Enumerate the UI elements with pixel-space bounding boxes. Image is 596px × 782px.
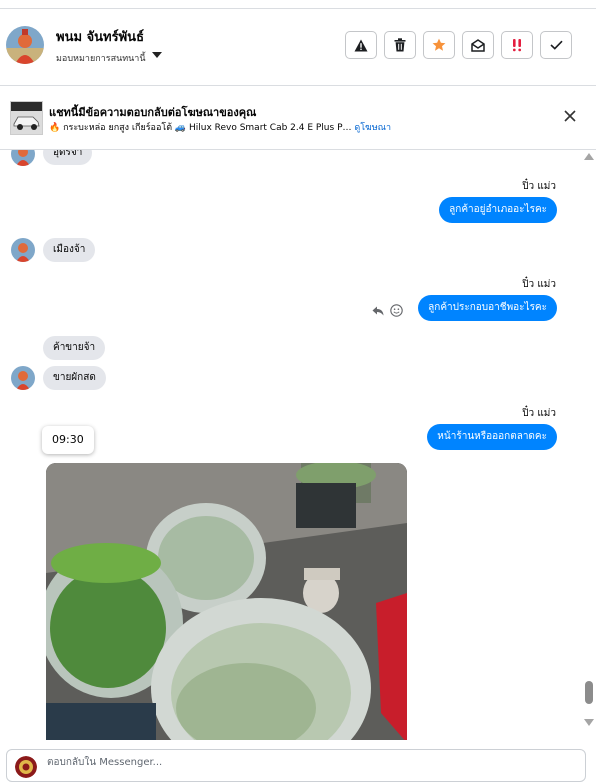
- reply-input[interactable]: [45, 756, 569, 769]
- ad-description: 🔥 กระบะหล่อ ยกสูง เกียร์ออโต้ 🚙 Hilux Re…: [49, 123, 352, 133]
- delete-button[interactable]: [384, 31, 416, 59]
- emoji-react-icon[interactable]: [390, 304, 403, 317]
- check-icon: [549, 40, 563, 50]
- message-thread: อุดรจ้า ปิ๋ว แม่ว ลูกค้าอยู่อำเภออะไรคะ …: [0, 150, 596, 740]
- follow-up-button[interactable]: [501, 31, 533, 59]
- double-exclamation-icon: [513, 39, 521, 52]
- warning-icon: [354, 39, 368, 51]
- incoming-message: อุดรจ้า: [43, 150, 93, 165]
- ad-banner-subtitle: 🔥 กระบะหล่อ ยกสูง เกียร์ออโต้ 🚙 Hilux Re…: [49, 120, 391, 134]
- incoming-message: ขายผักสด: [43, 366, 106, 390]
- ad-thumbnail[interactable]: [10, 101, 43, 135]
- contact-avatar-small: [11, 150, 35, 166]
- sender-label: ปิ๋ว แม่ว: [522, 181, 556, 192]
- close-banner-button[interactable]: [564, 110, 576, 125]
- reply-icon[interactable]: [372, 306, 384, 316]
- report-button[interactable]: [345, 31, 377, 59]
- scroll-down-arrow-icon[interactable]: [584, 719, 594, 726]
- close-icon: [564, 110, 576, 122]
- incoming-message: ค้าขายจ้า: [43, 336, 106, 360]
- header-actions: [345, 31, 572, 59]
- mark-unread-button[interactable]: [462, 31, 494, 59]
- trash-icon: [394, 38, 406, 52]
- outgoing-message: ลูกค้าอยู่อำเภออะไรคะ: [439, 197, 557, 223]
- shared-photo[interactable]: [46, 463, 407, 740]
- sender-label: ปิ๋ว แม่ว: [522, 279, 556, 290]
- sender-label: ปิ๋ว แม่ว: [522, 408, 556, 419]
- reply-composer: [6, 749, 586, 782]
- ad-banner-title: แชทนี้มีข้อความตอบกลับต่อโฆษณาของคุณ: [49, 106, 257, 119]
- scrollbar-thumb[interactable]: [585, 681, 593, 704]
- star-icon: [432, 38, 446, 51]
- contact-avatar-small: [11, 366, 35, 390]
- outgoing-message: หน้าร้านหรือออกตลาดคะ: [427, 424, 557, 450]
- contact-avatar[interactable]: [6, 26, 44, 64]
- timestamp-chip: 09:30: [42, 426, 94, 454]
- chevron-down-icon[interactable]: [152, 51, 162, 59]
- top-strip: [0, 0, 596, 9]
- page-avatar: [15, 756, 37, 778]
- scrollbar[interactable]: [584, 150, 594, 740]
- conversation-header: พนม จันทร์พันธ์ มอบหมายการสนทนานี้: [0, 9, 596, 86]
- view-ad-link[interactable]: ดูโฆษณา: [354, 123, 391, 133]
- done-button[interactable]: [540, 31, 572, 59]
- outgoing-message: ลูกค้าประกอบอาชีพอะไรคะ: [418, 295, 557, 321]
- assign-conversation-label[interactable]: มอบหมายการสนทนานี้: [56, 51, 146, 65]
- star-button[interactable]: [423, 31, 455, 59]
- envelope-open-icon: [471, 38, 485, 52]
- incoming-message: เมืองจ้า: [43, 238, 96, 262]
- ad-reply-banner: แชทนี้มีข้อความตอบกลับต่อโฆษณาของคุณ 🔥 ก…: [0, 86, 596, 150]
- scroll-up-arrow-icon[interactable]: [584, 153, 594, 160]
- contact-name[interactable]: พนม จันทร์พันธ์: [56, 26, 144, 47]
- contact-avatar-small: [11, 238, 35, 262]
- message-actions: [372, 304, 403, 317]
